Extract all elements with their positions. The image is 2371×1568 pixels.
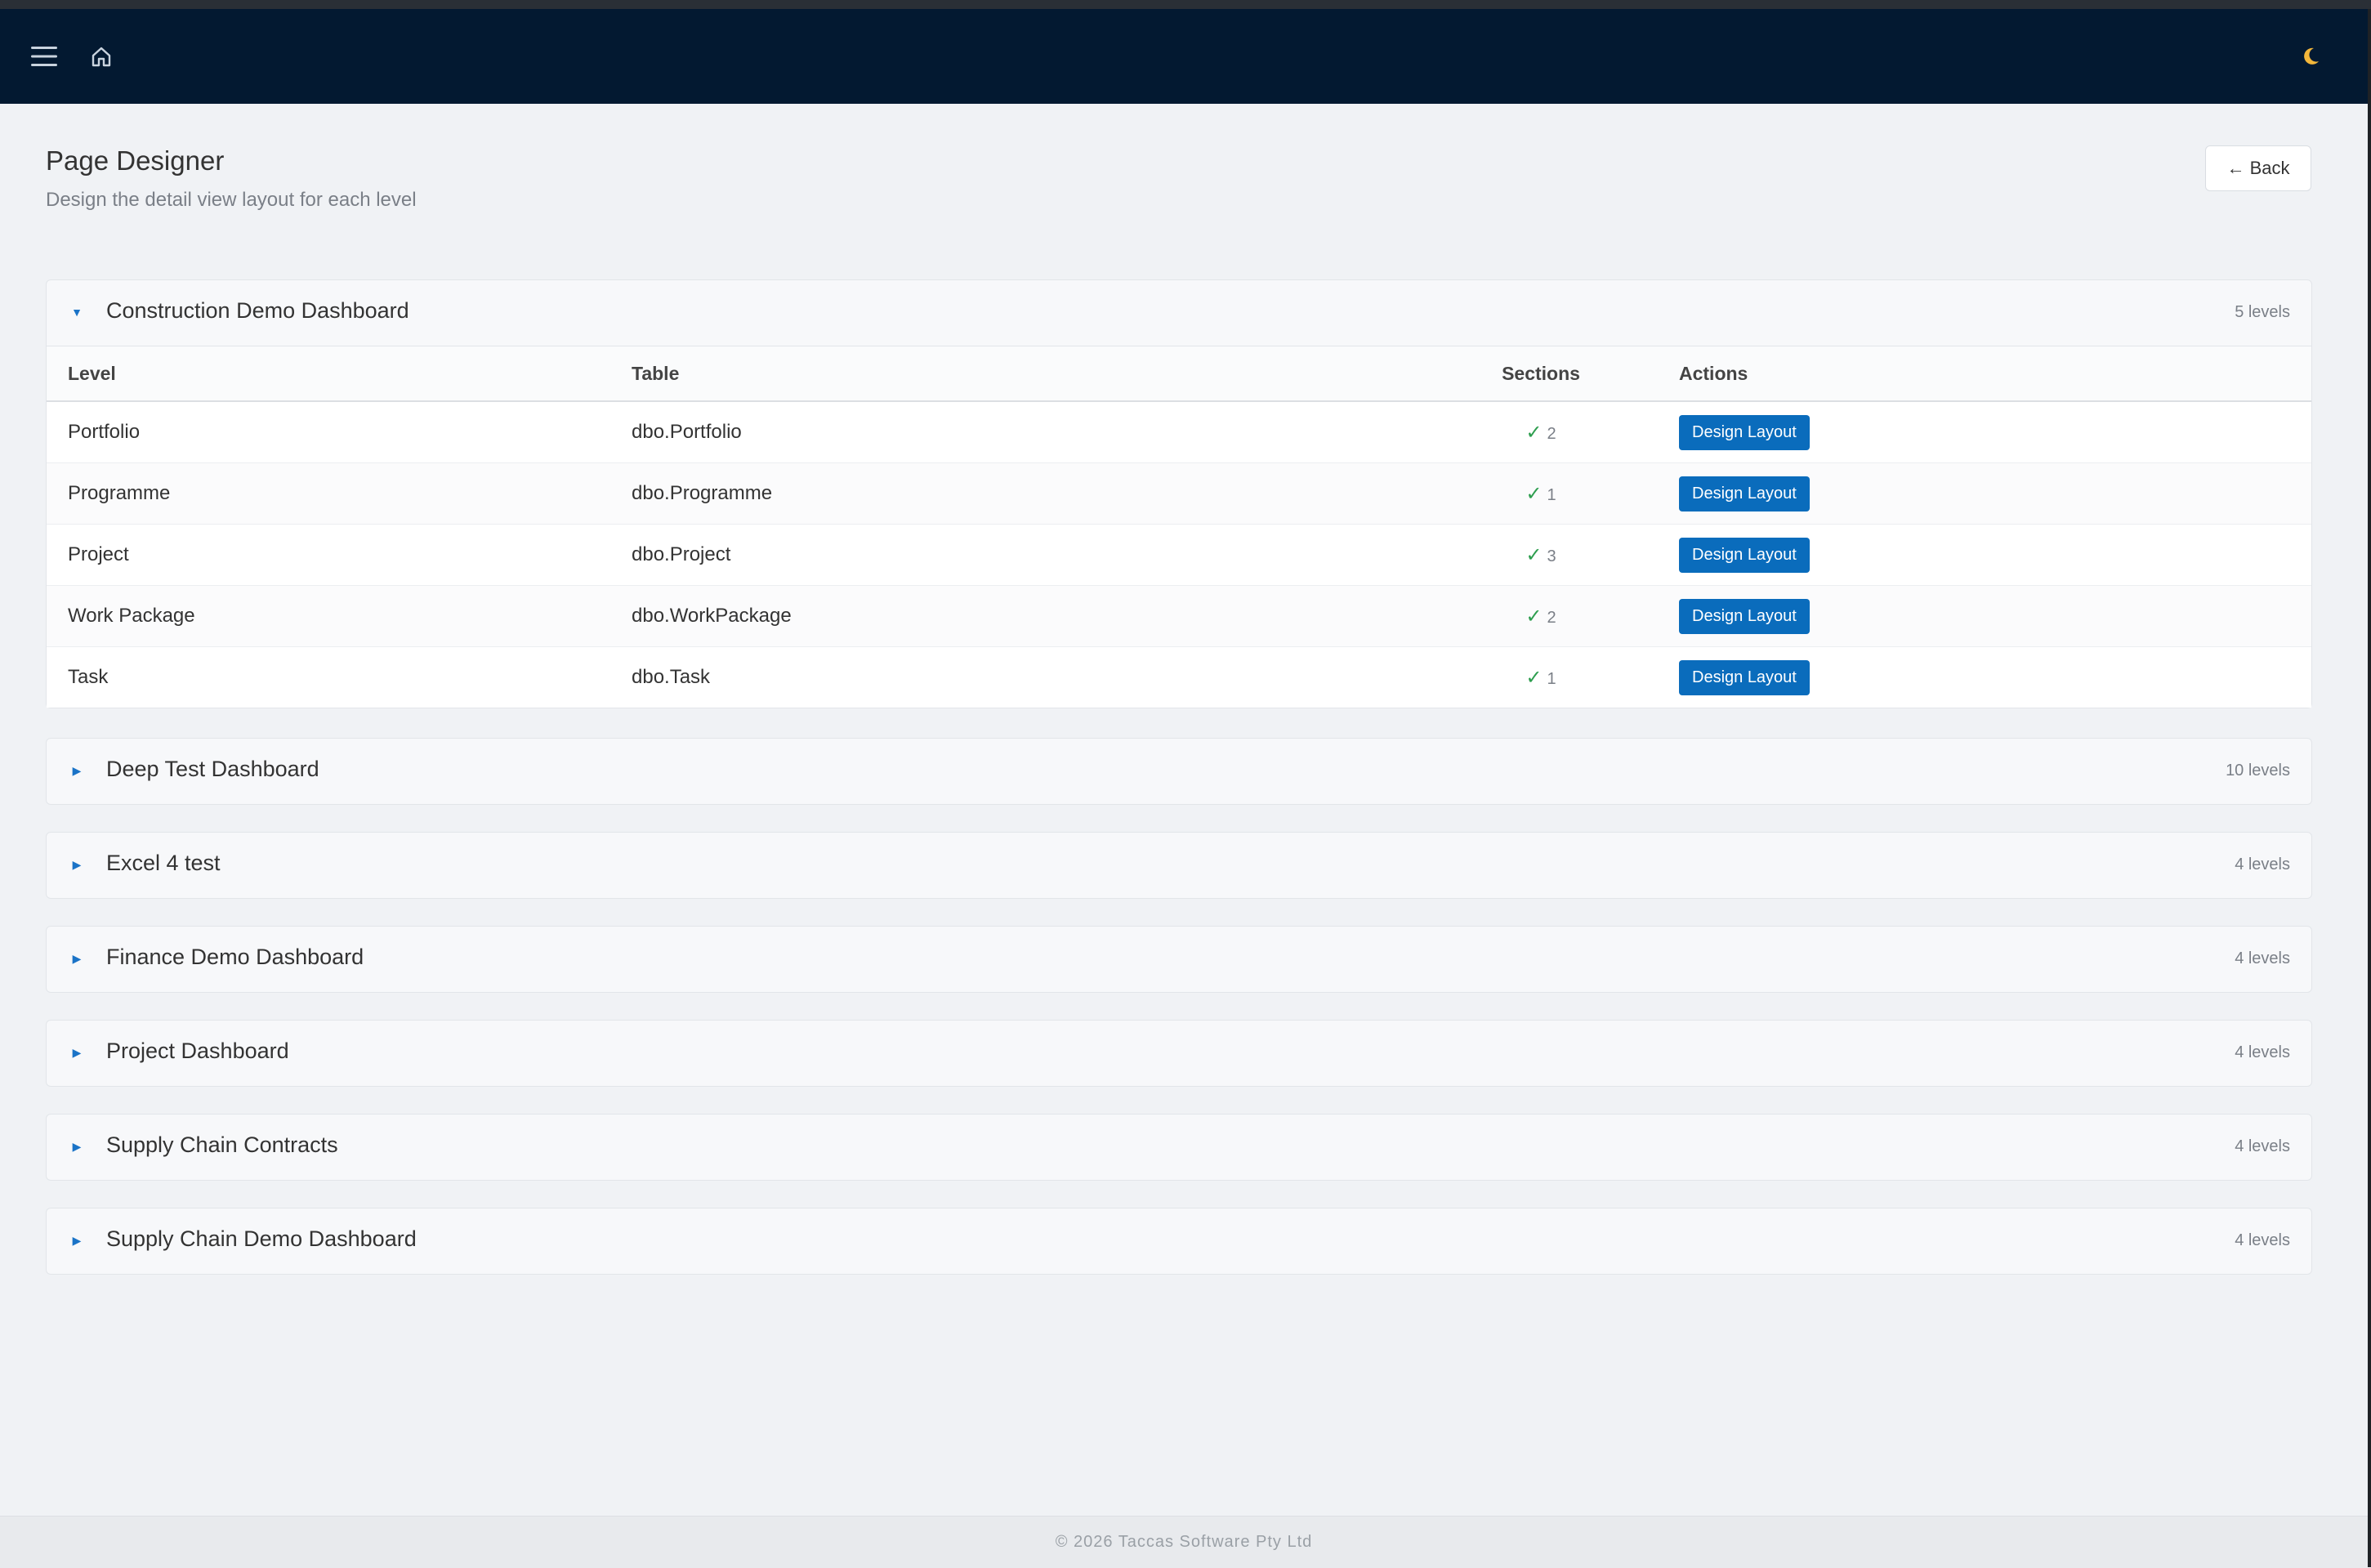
actions-cell: Design Layout <box>1658 524 2311 586</box>
sections-count: 1 <box>1547 485 1556 504</box>
dashboard-group-supply-chain-demo[interactable]: ▶ Supply Chain Demo Dashboard 4 levels <box>46 1208 2312 1275</box>
dashboard-group-supply-chain-contracts[interactable]: ▶ Supply Chain Contracts 4 levels <box>46 1114 2312 1181</box>
level-cell: Work Package <box>47 585 610 647</box>
level-cell: Portfolio <box>47 401 610 463</box>
page-title: Page Designer <box>46 145 225 176</box>
home-icon[interactable] <box>87 42 116 71</box>
design-layout-button[interactable]: Design Layout <box>1679 537 1810 573</box>
levels-table: Level Table Sections Actions Portfolio d… <box>47 346 2311 708</box>
check-icon: ✓ <box>1525 543 1543 566</box>
caret-right-icon[interactable]: ▶ <box>71 856 83 873</box>
group-level-count: 4 levels <box>2235 855 2290 873</box>
group-header[interactable]: ▶ Excel 4 test 4 levels <box>47 833 2311 898</box>
group-header[interactable]: ▶ Supply Chain Contracts 4 levels <box>47 1115 2311 1180</box>
group-header[interactable]: ▶ Deep Test Dashboard 10 levels <box>47 739 2311 804</box>
sections-count: 1 <box>1547 669 1556 688</box>
sections-count: 2 <box>1547 424 1556 443</box>
table-header-row: Level Table Sections Actions <box>47 346 2311 402</box>
table-row: Project dbo.Project ✓ 3 Design Layout <box>47 524 2311 586</box>
caret-right-icon[interactable]: ▶ <box>71 762 83 779</box>
group-header[interactable]: ▶ Supply Chain Demo Dashboard 4 levels <box>47 1208 2311 1274</box>
group-name: Finance Demo Dashboard <box>106 945 364 969</box>
caret-right-icon[interactable]: ▶ <box>71 1138 83 1155</box>
group-level-count: 4 levels <box>2235 1137 2290 1155</box>
check-icon: ✓ <box>1525 666 1543 689</box>
browser-top-strip <box>0 0 2371 9</box>
page-subtitle: Design the detail view layout for each l… <box>46 189 417 211</box>
sections-cell: ✓ 1 <box>1424 462 1658 525</box>
back-button[interactable]: ← Back <box>2205 145 2311 191</box>
group-name: Supply Chain Contracts <box>106 1132 338 1157</box>
sections-count: 3 <box>1547 547 1556 565</box>
table-row: Task dbo.Task ✓ 1 Design Layout <box>47 647 2311 708</box>
scrollbar-edge <box>2368 9 2371 1567</box>
group-level-count: 5 levels <box>2235 303 2290 321</box>
design-layout-button[interactable]: Design Layout <box>1679 476 1810 511</box>
hamburger-menu-icon[interactable] <box>28 42 60 71</box>
check-icon: ✓ <box>1525 605 1543 628</box>
dashboard-group-deep-test[interactable]: ▶ Deep Test Dashboard 10 levels <box>46 738 2312 805</box>
actions-cell: Design Layout <box>1658 401 2311 463</box>
table-cell: dbo.Programme <box>610 462 1424 525</box>
group-name: Construction Demo Dashboard <box>106 298 409 323</box>
sections-cell: ✓ 2 <box>1424 401 1658 463</box>
group-name: Supply Chain Demo Dashboard <box>106 1226 417 1251</box>
design-layout-button[interactable]: Design Layout <box>1679 598 1810 634</box>
table-cell: dbo.Project <box>610 524 1424 586</box>
table-row: Portfolio dbo.Portfolio ✓ 2 Design Layout <box>47 401 2311 463</box>
design-layout-button[interactable]: Design Layout <box>1679 414 1810 450</box>
group-header[interactable]: ▶ Project Dashboard 4 levels <box>47 1021 2311 1086</box>
level-cell: Task <box>68 666 109 688</box>
level-cell: Project <box>47 524 610 586</box>
column-header-level: Level <box>47 346 610 402</box>
group-level-count: 4 levels <box>2235 1231 2290 1249</box>
group-name: Excel 4 test <box>106 851 221 875</box>
group-level-count: 10 levels <box>2226 762 2290 780</box>
caret-right-icon[interactable]: ▶ <box>71 1044 83 1061</box>
group-level-count: 4 levels <box>2235 1043 2290 1061</box>
table-row: Work Package dbo.WorkPackage ✓ 2 Design L… <box>47 585 2311 647</box>
actions-cell: Design Layout <box>1658 585 2311 647</box>
dashboard-group-excel-4-test[interactable]: ▶ Excel 4 test 4 levels <box>46 832 2312 899</box>
top-navbar <box>0 9 2368 104</box>
group-name: Deep Test Dashboard <box>106 757 319 781</box>
footer-text: © 2026 Taccas Software Pty Ltd <box>1055 1533 1313 1551</box>
table-cell: dbo.Portfolio <box>610 401 1424 463</box>
table-cell: dbo.WorkPackage <box>610 585 1424 647</box>
dashboard-group-finance[interactable]: ▶ Finance Demo Dashboard 4 levels <box>46 926 2312 993</box>
sections-cell: ✓ 1 <box>1424 647 1658 708</box>
level-cell: Programme <box>47 462 610 525</box>
sections-cell: ✓ 2 <box>1424 585 1658 647</box>
column-header-sections: Sections <box>1424 346 1658 402</box>
sections-cell: ✓ 3 <box>1424 524 1658 586</box>
moon-icon[interactable] <box>2296 42 2325 71</box>
group-name: Project Dashboard <box>106 1039 289 1063</box>
group-header[interactable]: ▼ Construction Demo Dashboard 5 levels <box>47 280 2311 346</box>
actions-cell: Design Layout <box>1658 647 2311 708</box>
dashboard-group-construction: ▼ Construction Demo Dashboard 5 levels L… <box>46 279 2312 708</box>
table-cell: dbo.Task <box>632 666 711 688</box>
column-header-table: Table <box>610 346 1424 402</box>
dashboard-group-project[interactable]: ▶ Project Dashboard 4 levels <box>46 1020 2312 1087</box>
caret-right-icon[interactable]: ▶ <box>71 950 83 967</box>
group-level-count: 4 levels <box>2235 949 2290 967</box>
check-icon: ✓ <box>1525 482 1543 505</box>
footer: © 2026 Taccas Software Pty Ltd <box>0 1516 2368 1568</box>
check-icon: ✓ <box>1525 421 1543 444</box>
sections-count: 2 <box>1547 608 1556 627</box>
actions-cell: Design Layout <box>1658 462 2311 525</box>
group-header[interactable]: ▶ Finance Demo Dashboard 4 levels <box>47 927 2311 992</box>
table-row: Programme dbo.Programme ✓ 1 Design Layout <box>47 462 2311 525</box>
caret-down-icon[interactable]: ▼ <box>71 304 83 320</box>
design-layout-button[interactable]: Design Layout <box>1679 659 1810 695</box>
column-header-actions: Actions <box>1658 346 2311 402</box>
caret-right-icon[interactable]: ▶ <box>71 1232 83 1249</box>
